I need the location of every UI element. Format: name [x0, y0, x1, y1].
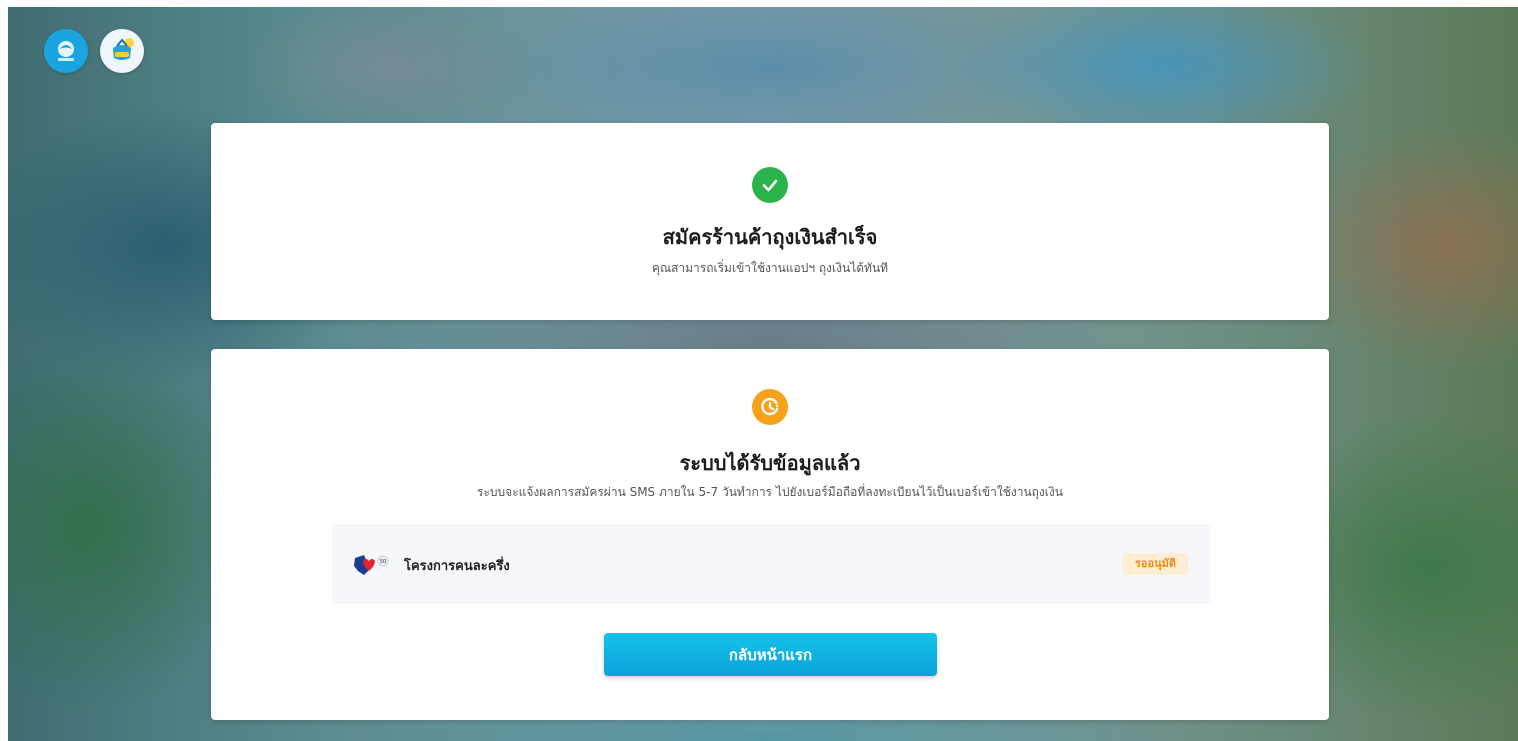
check-circle-icon — [752, 167, 788, 203]
tungngern-bag-icon — [113, 38, 134, 60]
krungthai-logo — [44, 29, 88, 73]
status-title: ระบบได้รับข้อมูลแล้ว — [679, 451, 861, 475]
svg-text:50: 50 — [380, 559, 386, 565]
status-card: ระบบได้รับข้อมูลแล้ว ระบบจะแจ้งผลการสมัค… — [211, 349, 1329, 720]
header-logos — [44, 29, 144, 73]
project-name: โครงการคนละครึ่ง — [404, 559, 510, 574]
status-subtitle: ระบบจะแจ้งผลการสมัครผ่าน SMS ภายใน 5-7 ว… — [477, 485, 1063, 499]
success-card: สมัครร้านค้าถุงเงินสำเร็จ คุณสามารถเริ่ม… — [211, 123, 1329, 320]
project-row: 50 โครงการคนละครึ่ง รออนุมัติ — [332, 524, 1210, 604]
success-subtitle: คุณสามารถเริ่มเข้าใช้งานแอปฯ ถุงเงินได้ท… — [651, 261, 889, 275]
status-badge: รออนุมัติ — [1122, 553, 1188, 575]
back-home-button[interactable]: กลับหน้าแรก — [604, 633, 937, 676]
half-half-project-logo-icon: 50 — [354, 555, 389, 575]
clock-pending-icon — [752, 389, 788, 425]
krungthai-bird-icon — [58, 41, 74, 61]
background: สมัครร้านค้าถุงเงินสำเร็จ คุณสามารถเริ่ม… — [8, 7, 1518, 741]
success-title: สมัครร้านค้าถุงเงินสำเร็จ — [662, 225, 878, 249]
tungngern-logo — [100, 29, 144, 73]
